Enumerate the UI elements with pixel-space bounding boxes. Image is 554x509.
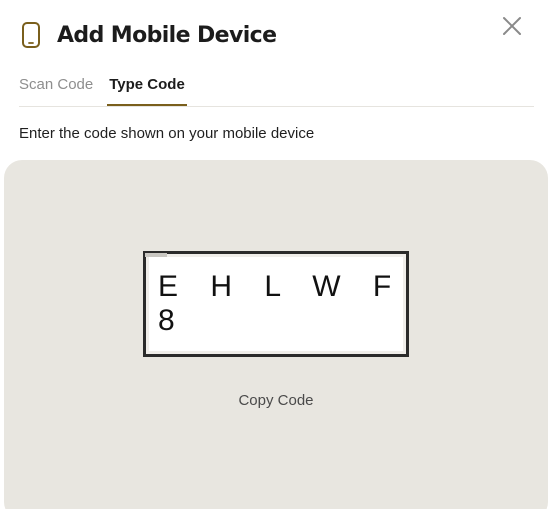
dialog-header: Add Mobile Device [19, 20, 277, 50]
add-mobile-device-dialog: Add Mobile Device Scan Code Type Code En… [0, 0, 554, 509]
copy-code-button[interactable]: Copy Code [238, 392, 313, 409]
pairing-code: E H L W F 8 [158, 270, 404, 337]
code-display: E H L W F 8 [143, 251, 409, 357]
mobile-phone-icon [19, 20, 43, 50]
code-panel: E H L W F 8 Copy Code [4, 160, 548, 509]
tab-type-code[interactable]: Type Code [107, 66, 187, 106]
instruction-text: Enter the code shown on your mobile devi… [19, 125, 315, 142]
close-button[interactable] [500, 16, 524, 40]
copy-code-button-wrapper: Copy Code [4, 392, 548, 409]
tab-bar: Scan Code Type Code [19, 66, 534, 107]
dialog-title: Add Mobile Device [57, 22, 277, 48]
tab-scan-code[interactable]: Scan Code [19, 66, 93, 95]
close-icon[interactable] [501, 15, 523, 42]
code-box-corner [145, 253, 167, 257]
